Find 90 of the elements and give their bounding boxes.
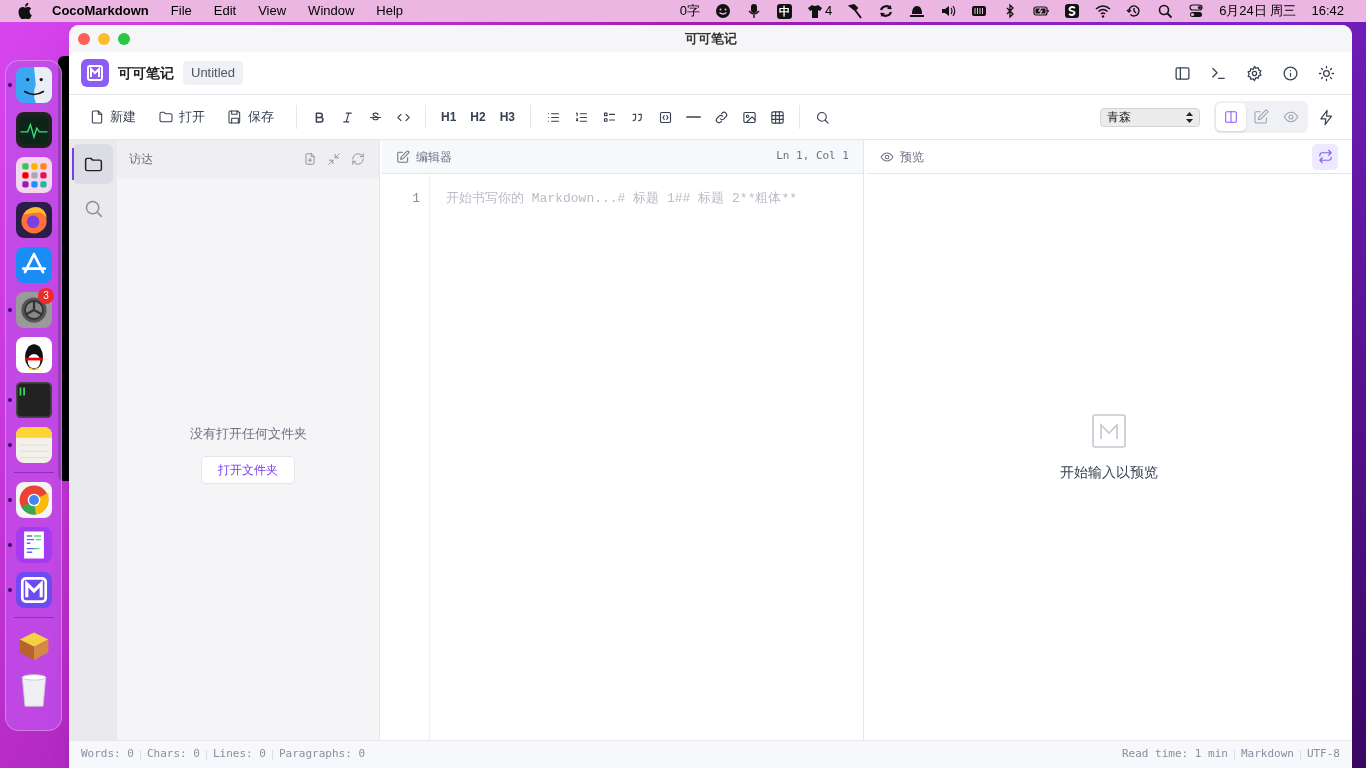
status-item: UTF-8: [1306, 746, 1340, 763]
status-text: 16:42: [1311, 2, 1344, 21]
pencil-square-icon: [1253, 109, 1269, 125]
close-button[interactable]: [78, 33, 90, 45]
volume-icon[interactable]: [940, 3, 957, 19]
settings-icon: [1245, 64, 1263, 82]
terminal-icon[interactable]: [15, 382, 52, 418]
open-folder-button[interactable]: 打开文件夹: [201, 455, 295, 484]
collapse-icon: [327, 152, 341, 166]
empty-message: 开始输入以预览: [1060, 463, 1158, 482]
swap-arrows-icon: [1317, 149, 1333, 164]
apple-icon[interactable]: [18, 3, 32, 19]
status-text: 6月24日 周三: [1219, 2, 1297, 21]
menu-item[interactable]: File: [170, 1, 192, 21]
app-grid-icon[interactable]: [15, 157, 52, 193]
input-method-indicator[interactable]: 中: [776, 3, 792, 19]
code-block-icon: [657, 109, 673, 125]
split-view-icon: [1223, 109, 1239, 125]
document-tab[interactable]: Untitled: [183, 61, 244, 85]
s-badge-icon[interactable]: [1064, 3, 1081, 19]
numbered-list-icon: [573, 109, 589, 125]
status-item: Paragraphs: 0: [278, 746, 366, 763]
line-number: 1: [411, 190, 420, 208]
cursor-position: Ln 1, Col 1: [776, 148, 849, 165]
sidebar-icon: [1173, 64, 1191, 82]
search-icon: [814, 109, 830, 125]
image-icon: [741, 109, 757, 125]
menu-item[interactable]: View: [258, 1, 287, 21]
app-menu[interactable]: CocoMarkdown: [52, 1, 149, 21]
menu-item[interactable]: Edit: [213, 1, 237, 21]
view-mode-tab[interactable]: [1216, 103, 1246, 131]
status-count: 4: [824, 2, 833, 21]
new-button[interactable]: 新建: [81, 103, 144, 131]
open-button[interactable]: 打开: [150, 103, 213, 131]
wifi-icon[interactable]: [1095, 3, 1112, 19]
table-icon: [769, 109, 785, 125]
circular-arrows-icon[interactable]: [878, 3, 895, 19]
refresh-icon: [351, 152, 365, 166]
window-title: 可可笔记: [684, 29, 737, 48]
status-item: Read time: 1 min: [1121, 746, 1228, 763]
save-button[interactable]: 保存: [219, 103, 282, 131]
sync-scroll-button[interactable]: [1312, 143, 1338, 170]
status-item: Lines: 0: [212, 746, 266, 763]
toggles-icon[interactable]: [1188, 3, 1205, 19]
sidebar-title: 访达: [129, 151, 153, 168]
theme-select[interactable]: 青森: [1100, 107, 1200, 127]
app-name: 可可笔记: [118, 63, 174, 83]
search-icon[interactable]: [1157, 3, 1174, 19]
folder-icon: [158, 109, 174, 125]
menu-item[interactable]: Help: [376, 1, 404, 21]
eye-icon: [880, 149, 894, 164]
bar-meter-icon[interactable]: [971, 3, 988, 19]
info-icon: [1281, 64, 1299, 82]
menu-item[interactable]: Window: [308, 1, 355, 21]
penguin-icon[interactable]: [15, 337, 52, 373]
heading-button[interactable]: H1: [435, 103, 463, 131]
battery-icon[interactable]: [1033, 3, 1050, 19]
clock-history-icon[interactable]: [1126, 3, 1143, 19]
heading-button[interactable]: H3: [493, 103, 522, 131]
notepad-icon[interactable]: [15, 427, 52, 463]
m-logo-icon: [81, 59, 109, 87]
heading-button[interactable]: H2: [464, 103, 492, 131]
updown-caret-icon: [1186, 111, 1193, 123]
pencil-square-icon: [396, 149, 410, 164]
status-item: Words: 0: [81, 746, 134, 763]
m-document-icon: [1092, 414, 1126, 448]
horizontal-rule-icon: [685, 116, 701, 118]
hat-icon[interactable]: [909, 3, 926, 19]
empty-message: 没有打开任何文件夹: [189, 425, 307, 443]
document-icon[interactable]: [15, 527, 52, 563]
lightning-icon: [1317, 108, 1335, 126]
status-text: 0字: [679, 2, 700, 21]
status-item: Chars: 0: [147, 746, 200, 763]
status-item: Markdown: [1240, 746, 1294, 763]
notification-badge: 3: [38, 288, 54, 304]
folder-tab[interactable]: [73, 144, 113, 184]
pulse-monitor-icon[interactable]: [15, 112, 52, 148]
m-logo-icon[interactable]: [15, 572, 52, 608]
face-icon[interactable]: [15, 67, 52, 103]
collapse-button[interactable]: [325, 150, 343, 168]
link-icon: [713, 109, 729, 125]
panel-title: 预览: [900, 148, 924, 166]
checklist-icon: [601, 109, 617, 125]
shirt-icon[interactable]: [806, 3, 823, 19]
smiley-icon[interactable]: [714, 3, 731, 19]
new-file-icon: [303, 152, 317, 166]
sun-icon: [1317, 64, 1335, 82]
panel-title: 编辑器: [416, 148, 452, 166]
file-icon: [89, 109, 105, 125]
eye-icon: [1283, 109, 1299, 125]
